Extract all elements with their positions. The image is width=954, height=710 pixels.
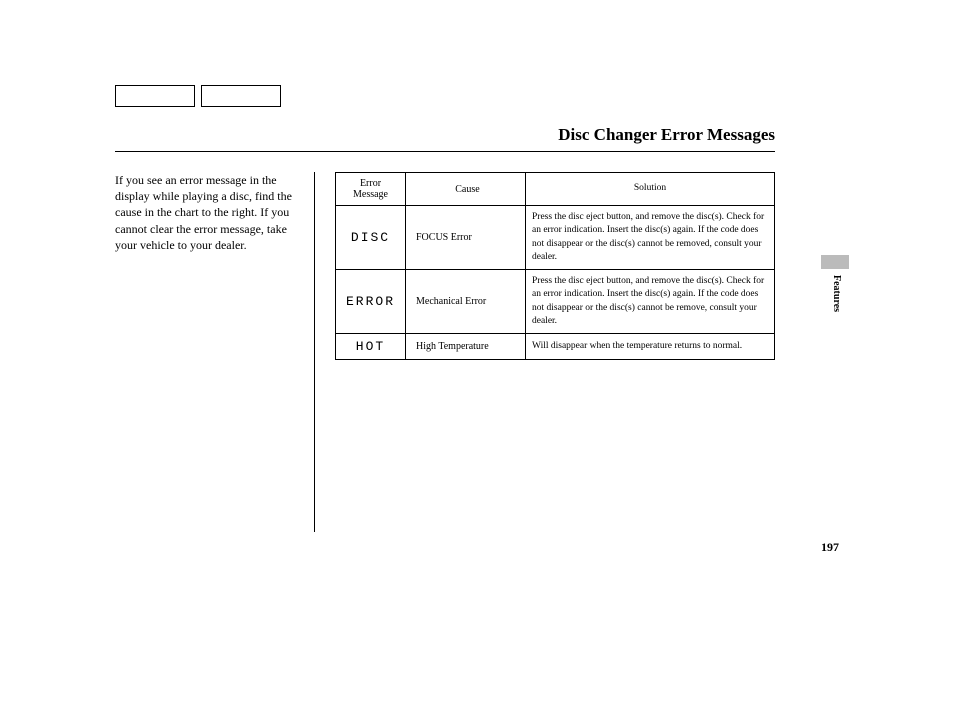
page-title: Disc Changer Error Messages	[558, 125, 775, 144]
section-tab	[821, 255, 849, 269]
cell-solution-focus: Press the disc eject button, and remove …	[526, 206, 775, 270]
table-row: DISC FOCUS Error Press the disc eject bu…	[336, 206, 775, 270]
error-table: Error Message Cause Solution DISC FOCUS …	[335, 172, 775, 360]
table-column: Error Message Cause Solution DISC FOCUS …	[335, 172, 775, 532]
page-content: Disc Changer Error Messages If you see a…	[115, 85, 775, 532]
table-row: ERROR Mechanical Error Press the disc ej…	[336, 270, 775, 334]
cell-solution-mechanical: Press the disc eject button, and remove …	[526, 270, 775, 334]
cell-cause-temperature: High Temperature	[406, 334, 526, 360]
title-row: Disc Changer Error Messages	[115, 125, 775, 152]
intro-text: If you see an error message in the displ…	[115, 172, 302, 253]
header-cause: Cause	[406, 173, 526, 206]
cell-cause-focus: FOCUS Error	[406, 206, 526, 270]
table-row: HOT High Temperature Will disappear when…	[336, 334, 775, 360]
content-columns: If you see an error message in the displ…	[115, 172, 775, 532]
section-label: Features	[831, 275, 842, 312]
header-boxes	[115, 85, 775, 107]
header-box-right	[201, 85, 281, 107]
intro-column: If you see an error message in the displ…	[115, 172, 315, 532]
table-header-row: Error Message Cause Solution	[336, 173, 775, 206]
cell-msg-hot: HOT	[336, 334, 406, 360]
header-box-left	[115, 85, 195, 107]
cell-cause-mechanical: Mechanical Error	[406, 270, 526, 334]
header-error-message: Error Message	[336, 173, 406, 206]
cell-msg-disc: DISC	[336, 206, 406, 270]
cell-msg-error: ERROR	[336, 270, 406, 334]
header-solution: Solution	[526, 173, 775, 206]
cell-solution-temperature: Will disappear when the temperature retu…	[526, 334, 775, 360]
page-number: 197	[821, 540, 839, 555]
